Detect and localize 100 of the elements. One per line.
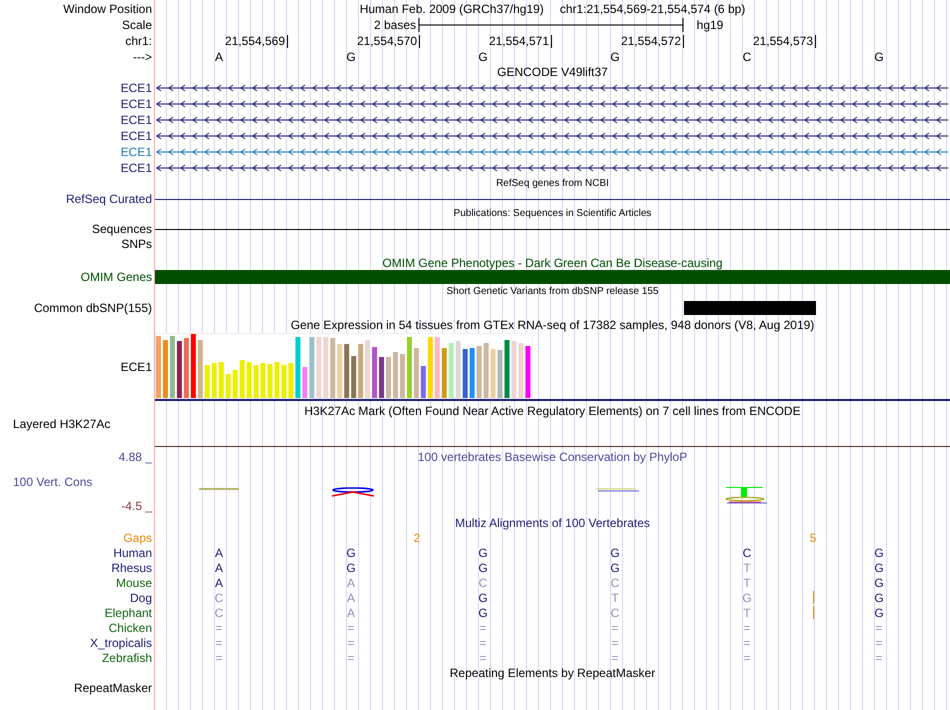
aligned-base: A bbox=[215, 546, 223, 560]
track-label[interactable]: SNPs bbox=[121, 236, 152, 250]
expression-bar bbox=[434, 337, 440, 398]
expression-bar bbox=[456, 341, 461, 398]
aligned-base: = bbox=[876, 620, 882, 634]
track-title: GENCODE V49lift37 bbox=[497, 65, 608, 79]
axis-min-label: -4.5 _ bbox=[121, 499, 152, 513]
gene-label[interactable]: ECE1 bbox=[120, 81, 152, 95]
track-label[interactable]: ECE1 bbox=[120, 360, 152, 374]
aligned-base: G bbox=[346, 560, 356, 574]
coordinate-tick bbox=[287, 35, 288, 48]
axis-max-label: 4.88 _ bbox=[118, 450, 152, 464]
aligned-base: C bbox=[610, 606, 620, 620]
species-label[interactable]: Human bbox=[113, 546, 152, 560]
track-label[interactable]: Layered H3K27Ac bbox=[13, 417, 110, 431]
reference-base: G bbox=[478, 50, 488, 64]
expression-bar bbox=[351, 356, 356, 398]
track-title: Multiz Alignments of 100 Vertebrates bbox=[455, 516, 650, 530]
aligned-base: A bbox=[347, 576, 355, 590]
track-label[interactable]: 100 Vert. Cons bbox=[13, 474, 92, 488]
aligned-base: = bbox=[876, 636, 882, 650]
expression-bar bbox=[498, 350, 503, 398]
expression-bar bbox=[281, 365, 286, 398]
gap-count: 5 bbox=[810, 531, 816, 545]
expression-bar bbox=[309, 337, 314, 398]
expression-bar bbox=[184, 338, 189, 398]
aligned-base: A bbox=[215, 576, 223, 590]
aligned-base: G bbox=[874, 560, 884, 574]
expression-bar bbox=[414, 348, 419, 398]
expression-bar bbox=[218, 362, 224, 398]
track-label[interactable]: OMIM Genes bbox=[80, 270, 152, 284]
expression-bar bbox=[190, 334, 196, 398]
conservation-wiggle-drawing bbox=[596, 488, 639, 492]
expression-bar bbox=[490, 349, 496, 398]
reference-base: G bbox=[874, 50, 884, 64]
variant-bar[interactable] bbox=[684, 301, 816, 315]
track-label[interactable]: Common dbSNP(155) bbox=[34, 301, 152, 315]
species-label[interactable]: Mouse bbox=[116, 576, 152, 590]
expression-bar bbox=[365, 340, 370, 398]
expression-bar bbox=[372, 347, 378, 398]
aligned-base: = bbox=[744, 650, 750, 664]
aligned-base: = bbox=[348, 620, 354, 634]
species-label[interactable]: Chicken bbox=[108, 620, 152, 634]
track-label[interactable]: Sequences bbox=[92, 222, 152, 236]
position-title: chr1:21,554,569-21,554,574 (6 bp) bbox=[560, 2, 746, 16]
coordinate-label: 21,554,573 bbox=[752, 34, 813, 48]
aligned-base: C bbox=[214, 590, 224, 604]
expression-bar bbox=[204, 365, 210, 398]
aligned-base: = bbox=[876, 650, 882, 664]
track-label[interactable]: RefSeq Curated bbox=[66, 192, 152, 206]
row-label: Scale bbox=[122, 18, 152, 32]
expression-bar bbox=[156, 336, 161, 398]
expression-bar bbox=[420, 366, 426, 398]
gene-label[interactable]: ECE1 bbox=[120, 129, 152, 143]
track-label[interactable]: RepeatMasker bbox=[74, 681, 152, 695]
expression-bar bbox=[511, 341, 516, 398]
expression-bar bbox=[316, 337, 322, 398]
expression-bar bbox=[268, 364, 273, 398]
reference-base: G bbox=[610, 50, 620, 64]
species-label[interactable]: Rhesus bbox=[111, 560, 152, 574]
track-title: Publications: Sequences in Scientific Articles bbox=[454, 206, 652, 220]
aligned-base: C bbox=[610, 576, 620, 590]
assembly-title: Human Feb. 2009 (GRCh37/hg19) bbox=[360, 2, 544, 16]
expression-bar bbox=[323, 337, 328, 398]
strand-label[interactable]: ---> bbox=[133, 50, 152, 64]
species-label[interactable]: X_tropicalis bbox=[90, 636, 152, 650]
gene-label[interactable]: ECE1 bbox=[120, 145, 152, 159]
aligned-base: C bbox=[214, 606, 224, 620]
expression-bar bbox=[246, 362, 252, 398]
expression-bar bbox=[470, 348, 475, 398]
expression-bar bbox=[442, 348, 447, 398]
species-label[interactable]: Zebrafish bbox=[102, 650, 152, 664]
conservation-wiggle-drawing bbox=[332, 487, 375, 497]
track-title: Gene Expression in 54 tissues from GTEx RNA-seq of 17382 samples, 948 donors (V8, Aug 2019) bbox=[290, 318, 814, 332]
scale-assembly: hg19 bbox=[696, 18, 724, 32]
aligned-base: G bbox=[874, 590, 884, 604]
aligned-base: C bbox=[742, 546, 752, 560]
aligned-base: G bbox=[874, 606, 884, 620]
omim-gene-bar[interactable] bbox=[155, 270, 950, 284]
aligned-base: T bbox=[743, 576, 751, 590]
gene-label[interactable]: ECE1 bbox=[120, 97, 152, 111]
aligned-base: = bbox=[612, 620, 618, 634]
aligned-base: = bbox=[744, 620, 750, 634]
expression-bar bbox=[504, 340, 510, 398]
species-label[interactable]: Elephant bbox=[104, 606, 152, 620]
gene-label[interactable]: ECE1 bbox=[120, 113, 152, 127]
expression-bar bbox=[226, 374, 231, 398]
gene-label[interactable]: ECE1 bbox=[120, 161, 152, 175]
aligned-base: G bbox=[610, 560, 620, 574]
expression-bar bbox=[379, 357, 384, 398]
aligned-base: = bbox=[216, 650, 222, 664]
aligned-base: = bbox=[216, 636, 222, 650]
expression-bar bbox=[428, 337, 433, 398]
scale-bar-icon bbox=[418, 18, 684, 32]
aligned-base: G bbox=[874, 576, 884, 590]
expression-bar bbox=[330, 338, 336, 398]
species-label[interactable]: Dog bbox=[130, 590, 152, 604]
aligned-base: = bbox=[744, 636, 750, 650]
aligned-base: = bbox=[348, 636, 354, 650]
row-label: chr1: bbox=[125, 34, 152, 48]
